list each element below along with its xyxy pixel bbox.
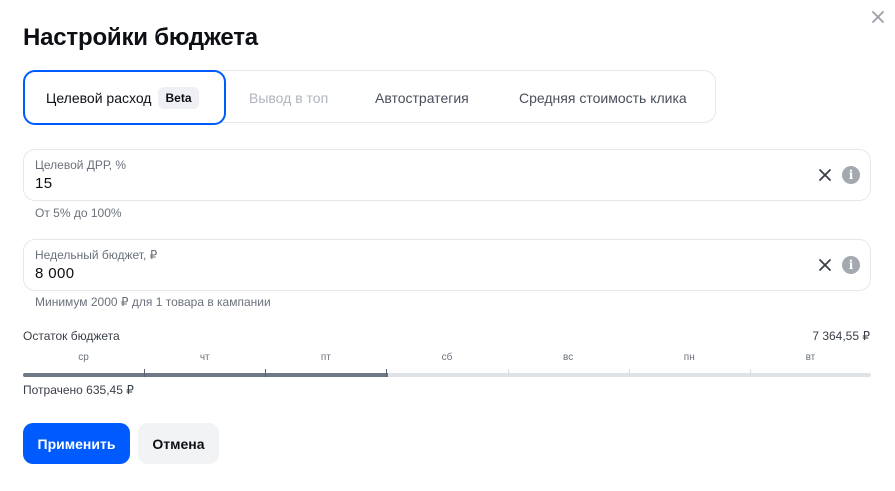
apply-button[interactable]: Применить: [23, 423, 130, 464]
budget-remaining-label: Остаток бюджета: [23, 329, 120, 343]
budget-settings-modal: Настройки бюджета Целевой расход Beta Вы…: [0, 0, 895, 491]
tab-label: Автостратегия: [375, 89, 469, 106]
modal-title: Настройки бюджета: [23, 24, 258, 51]
cancel-button[interactable]: Отмена: [138, 423, 219, 464]
progress-fill: [23, 373, 388, 377]
tab-top-placement[interactable]: Вывод в топ: [249, 71, 328, 124]
tab-avg-cpc[interactable]: Средняя стоимость клика: [519, 71, 687, 124]
close-icon[interactable]: [818, 258, 832, 272]
day-divider-tick: [508, 369, 509, 377]
close-icon[interactable]: [818, 168, 832, 182]
tab-label: Вывод в топ: [249, 89, 329, 106]
day-divider-tick: [265, 369, 266, 377]
strategy-tabs: Целевой расход Beta Вывод в топ Автостра…: [23, 70, 716, 125]
budget-remaining-value: 7 364,55 ₽: [812, 329, 870, 343]
day-divider-tick: [629, 369, 630, 377]
weekly-budget-hint: Минимум 2000 ₽ для 1 товара в кампании: [35, 295, 271, 309]
tab-label: Средняя стоимость клика: [519, 89, 687, 106]
budget-progress-bar: [23, 364, 871, 378]
drr-field-hint: От 5% до 100%: [35, 206, 122, 220]
day-divider-tick: [144, 369, 145, 377]
tab-autostrategy[interactable]: Автостратегия: [375, 71, 469, 124]
tab-target-spend[interactable]: Целевой расход Beta: [23, 70, 226, 125]
drr-field-value[interactable]: 15: [35, 175, 53, 192]
day-divider-tick: [750, 369, 751, 377]
close-icon[interactable]: [868, 7, 888, 27]
weekly-budget-field[interactable]: Недельный бюджет, ₽ 8 000 i: [23, 239, 871, 291]
tab-label: Целевой расход: [46, 89, 152, 106]
info-icon[interactable]: i: [842, 256, 860, 274]
drr-field-label: Целевой ДРР, %: [35, 158, 126, 172]
drr-field[interactable]: Целевой ДРР, % 15 i: [23, 149, 871, 201]
beta-badge: Beta: [158, 86, 199, 109]
info-icon[interactable]: i: [842, 166, 860, 184]
weekly-budget-label: Недельный бюджет, ₽: [35, 248, 158, 262]
day-divider-tick: [386, 369, 387, 377]
spent-amount: Потрачено 635,45 ₽: [23, 383, 134, 397]
weekly-budget-value[interactable]: 8 000: [35, 265, 75, 282]
